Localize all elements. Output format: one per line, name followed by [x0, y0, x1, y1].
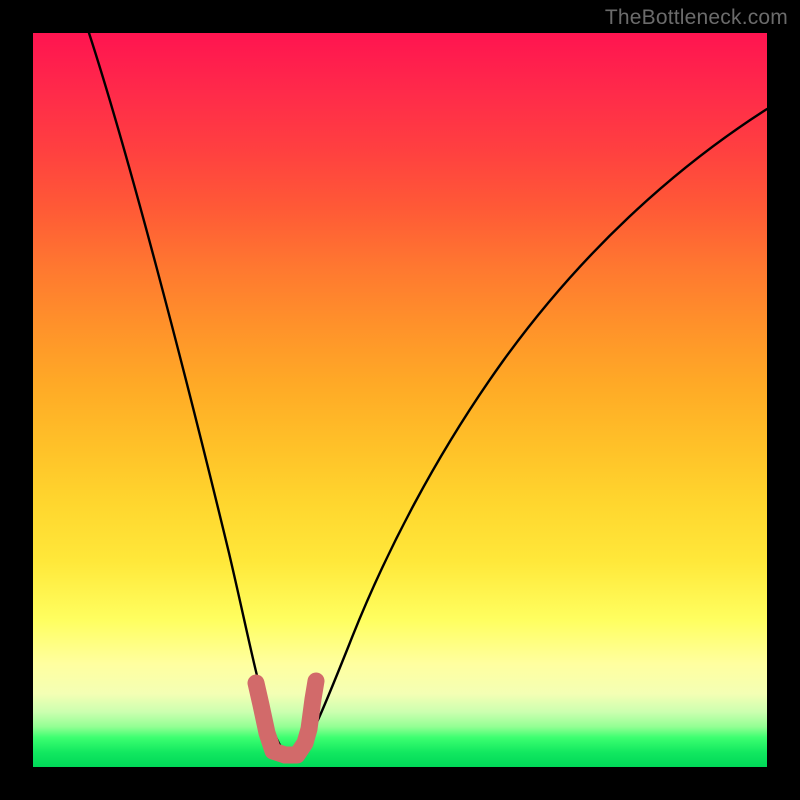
- watermark-label: TheBottleneck.com: [605, 6, 788, 30]
- curve-layer: [33, 33, 767, 767]
- bottleneck-curve: [89, 33, 767, 756]
- highlight-band: [256, 681, 316, 755]
- chart-frame: TheBottleneck.com: [0, 0, 800, 800]
- plot-area: [33, 33, 767, 767]
